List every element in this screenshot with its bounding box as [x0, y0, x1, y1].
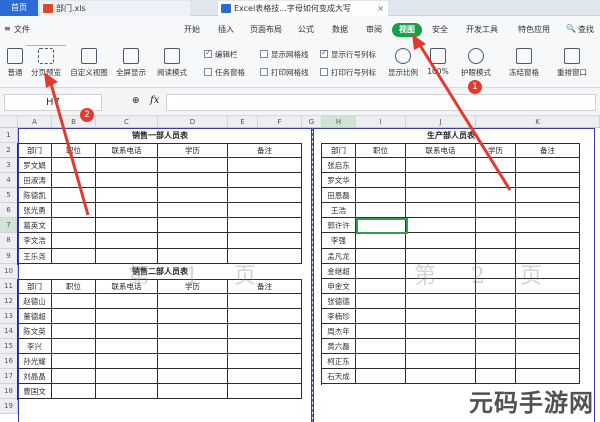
arrow-head-icon — [412, 34, 426, 50]
annotation-badge-1: 1 — [468, 80, 482, 94]
annotation-arrow-2 — [48, 79, 90, 216]
annotation-layer — [44, 34, 512, 216]
annotation-badge-2: 2 — [80, 108, 94, 122]
annotation-arrow-1 — [416, 41, 512, 191]
